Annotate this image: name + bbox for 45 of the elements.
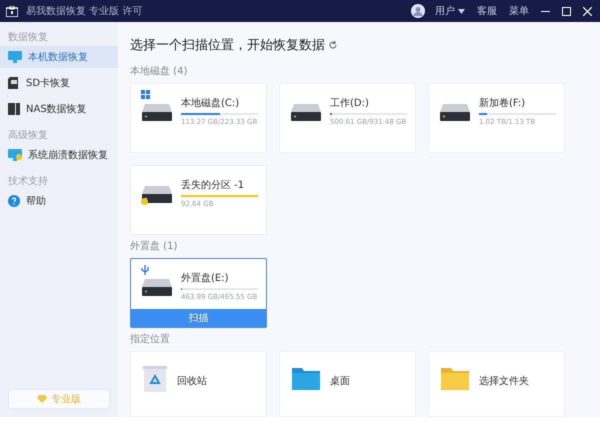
- location-card[interactable]: 桌面: [279, 351, 416, 417]
- section-label: 高级恢复: [7, 128, 49, 143]
- location-label: 回收站: [177, 374, 207, 388]
- section-label: 数据恢复: [7, 30, 49, 45]
- recycle-bin-icon: [143, 366, 167, 394]
- user-avatar-icon[interactable]: [411, 4, 425, 18]
- server-icon: [8, 103, 20, 115]
- sidebar-item[interactable]: NAS数据恢复: [0, 98, 118, 120]
- titlebar-link[interactable]: 菜单: [507, 4, 531, 18]
- monitor-warning-icon: [8, 149, 22, 161]
- monitor-icon: [8, 51, 22, 63]
- usb-icon: [141, 265, 149, 275]
- diamond-icon: [37, 395, 47, 403]
- sidebar-item[interactable]: 系统崩溃数据恢复: [0, 144, 118, 166]
- drive-name: 新加卷(F:): [479, 96, 526, 110]
- folder-icon: [441, 366, 469, 390]
- close-icon[interactable]: [583, 6, 592, 16]
- caret-icon: [458, 8, 465, 14]
- toolbox-icon: [6, 6, 18, 16]
- warning-badge-icon: [141, 198, 148, 205]
- location-label: 选择文件夹: [479, 374, 529, 388]
- help-icon: [8, 195, 20, 207]
- group-label: 指定位置: [130, 332, 171, 346]
- drive-name: 丢失的分区 -1: [181, 178, 246, 192]
- drive-name: 外置盘(E:): [181, 272, 230, 285]
- page-heading: 选择一个扫描位置，开始恢复数据: [130, 37, 325, 54]
- window-grid-icon: [141, 90, 150, 99]
- sidebar-item[interactable]: 帮助: [0, 190, 118, 212]
- maximize-icon[interactable]: [562, 6, 571, 16]
- section-label: 技术支持: [7, 174, 49, 189]
- drive-name: 工作(D:): [330, 97, 370, 110]
- location-card[interactable]: 回收站: [130, 351, 267, 417]
- sidebar-item[interactable]: SD卡恢复: [0, 72, 118, 94]
- sidebar-item[interactable]: 本机数据恢复: [0, 46, 118, 68]
- refresh-icon[interactable]: [329, 41, 337, 49]
- folder-icon: [292, 366, 320, 390]
- drive-name: 本地磁盘(C:): [181, 96, 240, 110]
- group-label: 本地磁盘 (4): [130, 64, 188, 78]
- titlebar-link[interactable]: 客服: [475, 4, 499, 18]
- memory-card-icon: [8, 77, 20, 89]
- user-menu[interactable]: 用户: [433, 4, 467, 18]
- group-label: 外置盘 (1): [130, 240, 178, 253]
- window-title: 易我数据恢复 专业版 许可: [26, 4, 142, 18]
- location-label: 桌面: [330, 374, 350, 388]
- location-card[interactable]: 选择文件夹: [428, 351, 565, 417]
